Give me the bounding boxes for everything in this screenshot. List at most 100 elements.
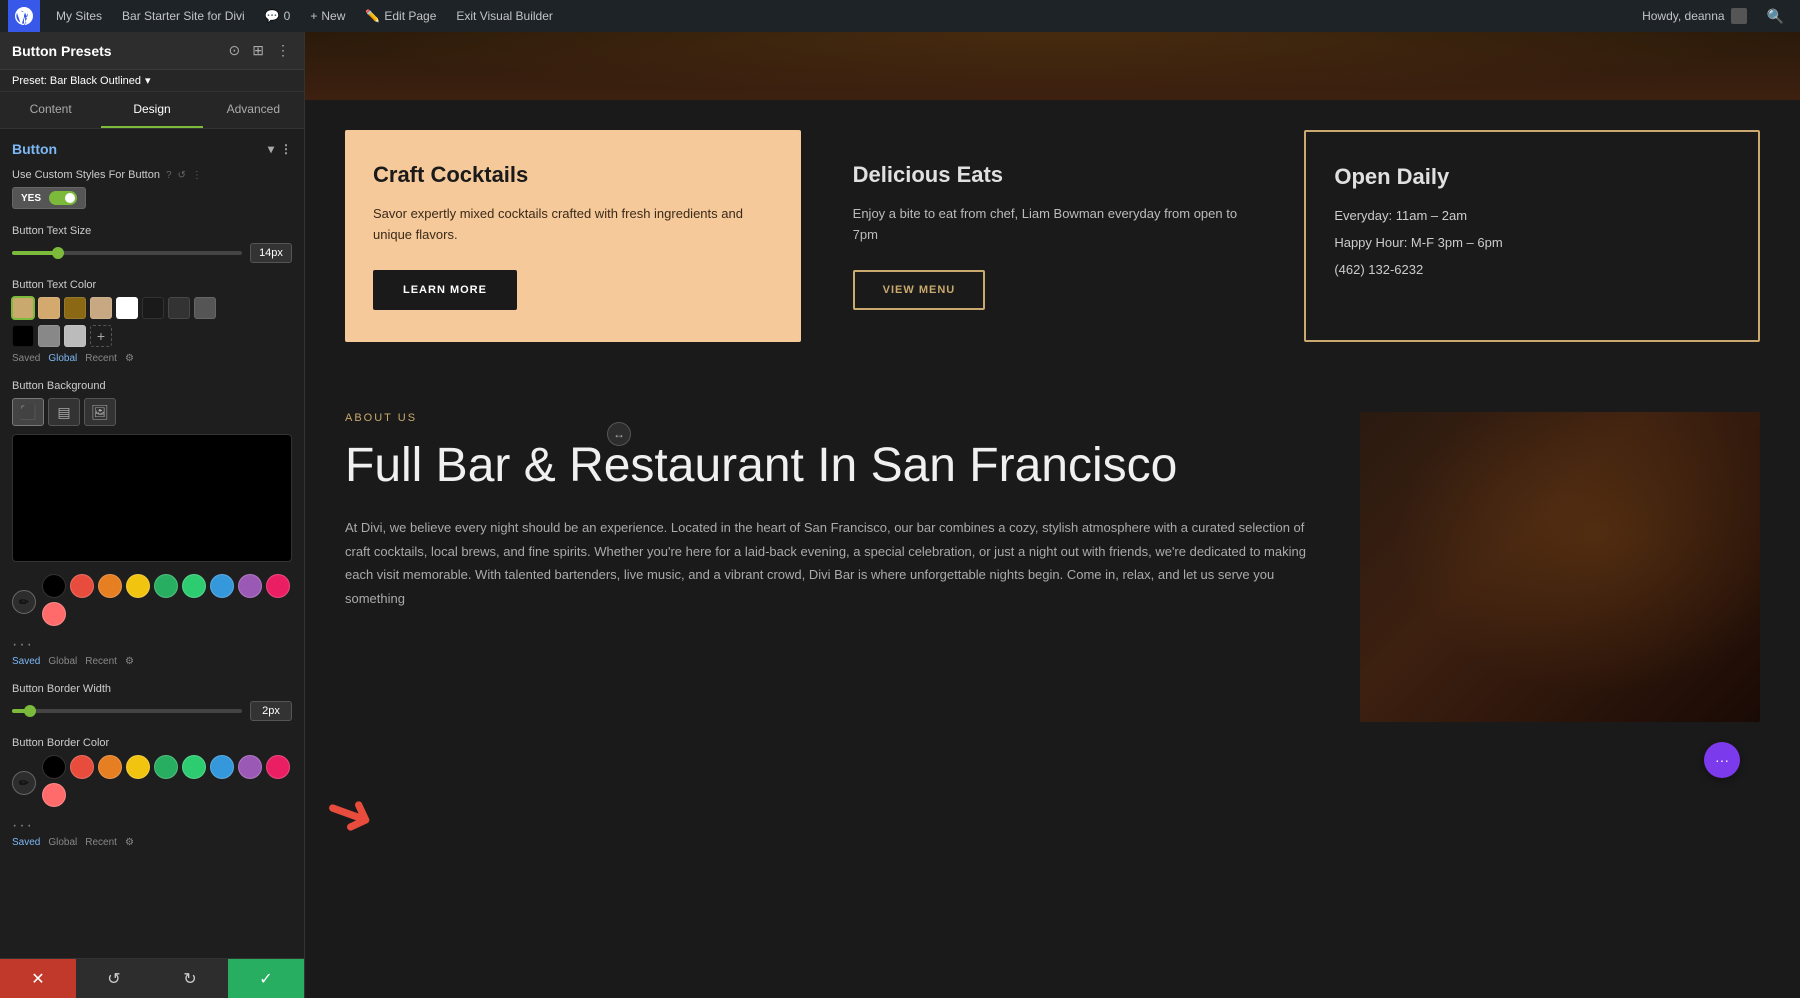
dot-coral[interactable] bbox=[42, 602, 66, 626]
reset-icon[interactable]: ↺ bbox=[178, 170, 186, 181]
bg-color-tab[interactable]: ⬛ bbox=[12, 398, 44, 426]
swatch-brown[interactable] bbox=[64, 297, 86, 319]
swatch-light-tan[interactable] bbox=[90, 297, 112, 319]
border-global-label[interactable]: Global bbox=[48, 837, 77, 848]
close-button[interactable]: ✕ bbox=[0, 959, 76, 998]
my-sites-menu[interactable]: My Sites bbox=[48, 0, 110, 32]
border-width-value[interactable]: 2px bbox=[250, 701, 292, 721]
bg-gradient-tab[interactable]: ▤ bbox=[48, 398, 80, 426]
border-dot-pink[interactable] bbox=[266, 755, 290, 779]
comments-menu[interactable]: 💬 0 bbox=[257, 0, 299, 32]
swatch-silver[interactable] bbox=[64, 325, 86, 347]
undo-button[interactable]: ↺ bbox=[76, 959, 152, 998]
border-dot-coral[interactable] bbox=[42, 783, 66, 807]
layout-icon[interactable]: ⊞ bbox=[250, 40, 266, 61]
border-settings-icon[interactable]: ⚙ bbox=[125, 837, 134, 848]
more-options-icon[interactable]: ··· bbox=[12, 636, 292, 654]
section-more-icon[interactable]: ⋮ bbox=[280, 142, 292, 156]
dot-green[interactable] bbox=[154, 574, 178, 598]
dot-light-green[interactable] bbox=[182, 574, 206, 598]
swatch-black2[interactable] bbox=[12, 325, 34, 347]
dot-black[interactable] bbox=[42, 574, 66, 598]
redo-button[interactable]: ↻ bbox=[152, 959, 228, 998]
swatch-settings-icon[interactable]: ⚙ bbox=[125, 353, 134, 364]
border-dot-blue[interactable] bbox=[210, 755, 234, 779]
bg-image-tab[interactable]: 🖼 bbox=[84, 398, 116, 426]
bg-recent-label[interactable]: Recent bbox=[85, 656, 117, 667]
exit-builder-menu[interactable]: Exit Visual Builder bbox=[448, 0, 561, 32]
new-menu[interactable]: + New bbox=[302, 0, 353, 32]
swatch-white[interactable] bbox=[116, 297, 138, 319]
bg-saved-label[interactable]: Saved bbox=[12, 656, 40, 667]
border-dot-purple[interactable] bbox=[238, 755, 262, 779]
tab-design[interactable]: Design bbox=[101, 92, 202, 128]
more-icon[interactable]: ⋮ bbox=[274, 40, 292, 61]
custom-styles-field: Use Custom Styles For Button ? ↺ ⋮ YES bbox=[12, 169, 292, 209]
save-icon: ✓ bbox=[259, 969, 272, 989]
border-dot-black[interactable] bbox=[42, 755, 66, 779]
save-button[interactable]: ✓ bbox=[228, 959, 304, 998]
global-label[interactable]: Global bbox=[48, 353, 77, 364]
swatch-dark-gray[interactable] bbox=[168, 297, 190, 319]
plus-icon: + bbox=[310, 9, 317, 23]
swatch-med-gray[interactable] bbox=[194, 297, 216, 319]
border-dot-yellow[interactable] bbox=[126, 755, 150, 779]
swatch-gold[interactable] bbox=[12, 297, 34, 319]
border-dot-orange[interactable] bbox=[98, 755, 122, 779]
view-menu-button[interactable]: VIEW MENU bbox=[853, 270, 986, 310]
border-width-label: Button Border Width bbox=[12, 683, 111, 695]
sync-icon[interactable]: ⊙ bbox=[227, 40, 243, 61]
divi-fab-button[interactable]: ··· bbox=[1704, 742, 1740, 778]
border-eyedropper-btn[interactable]: ✏ bbox=[12, 771, 36, 795]
card1-title: Craft Cocktails bbox=[373, 162, 773, 188]
border-more-icon[interactable]: ··· bbox=[12, 817, 292, 835]
wp-logo-icon[interactable] bbox=[8, 0, 40, 32]
search-icon[interactable]: 🔍 bbox=[1759, 8, 1792, 25]
expand-handle[interactable]: ↔ bbox=[607, 422, 631, 446]
comment-icon: 💬 bbox=[265, 9, 280, 23]
dot-orange[interactable] bbox=[98, 574, 122, 598]
dot-purple[interactable] bbox=[238, 574, 262, 598]
border-width-slider[interactable] bbox=[12, 709, 242, 713]
tab-advanced[interactable]: Advanced bbox=[203, 92, 304, 128]
dot-yellow[interactable] bbox=[126, 574, 150, 598]
site-name-menu[interactable]: Bar Starter Site for Divi bbox=[114, 0, 253, 32]
border-recent-label[interactable]: Recent bbox=[85, 837, 117, 848]
text-size-value[interactable]: 14px bbox=[250, 243, 292, 263]
recent-label[interactable]: Recent bbox=[85, 353, 117, 364]
howdy-section: Howdy, deanna bbox=[1634, 8, 1755, 24]
border-dot-light-green[interactable] bbox=[182, 755, 206, 779]
border-dot-red[interactable] bbox=[70, 755, 94, 779]
border-saved-label[interactable]: Saved bbox=[12, 837, 40, 848]
bg-settings-icon[interactable]: ⚙ bbox=[125, 656, 134, 667]
color-preview-box[interactable] bbox=[12, 434, 292, 562]
border-dot-green[interactable] bbox=[154, 755, 178, 779]
toggle-label: YES bbox=[21, 193, 41, 204]
dot-red[interactable] bbox=[70, 574, 94, 598]
avatar[interactable] bbox=[1731, 8, 1747, 24]
toggle-switch[interactable] bbox=[49, 191, 77, 205]
saved-label[interactable]: Saved bbox=[12, 353, 40, 364]
card2-title: Delicious Eats bbox=[853, 162, 1253, 188]
card-craft-cocktails: Craft Cocktails Savor expertly mixed coc… bbox=[345, 130, 801, 342]
collapse-icon[interactable]: ▾ bbox=[268, 142, 274, 156]
text-color-swatches2: + bbox=[12, 325, 292, 347]
dot-blue[interactable] bbox=[210, 574, 234, 598]
help-icon[interactable]: ? bbox=[166, 170, 172, 181]
swatch-tan[interactable] bbox=[38, 297, 60, 319]
text-size-slider[interactable] bbox=[12, 251, 242, 255]
swatch-add[interactable]: + bbox=[90, 325, 112, 347]
swatch-light-gray[interactable] bbox=[38, 325, 60, 347]
bg-global-label[interactable]: Global bbox=[48, 656, 77, 667]
learn-more-button[interactable]: LEARN MORE bbox=[373, 270, 517, 310]
options-icon[interactable]: ⋮ bbox=[192, 170, 202, 181]
dot-pink[interactable] bbox=[266, 574, 290, 598]
tab-content[interactable]: Content bbox=[0, 92, 101, 128]
toggle-yes-button[interactable]: YES bbox=[12, 187, 86, 209]
border-width-field: Button Border Width 2px bbox=[12, 683, 292, 721]
exit-builder-label: Exit Visual Builder bbox=[456, 9, 553, 23]
edit-page-menu[interactable]: ✏️ Edit Page bbox=[357, 0, 444, 32]
preset-text: Preset: Bar Black Outlined bbox=[12, 75, 141, 87]
swatch-black1[interactable] bbox=[142, 297, 164, 319]
eyedropper-btn[interactable]: ✏ bbox=[12, 590, 36, 614]
